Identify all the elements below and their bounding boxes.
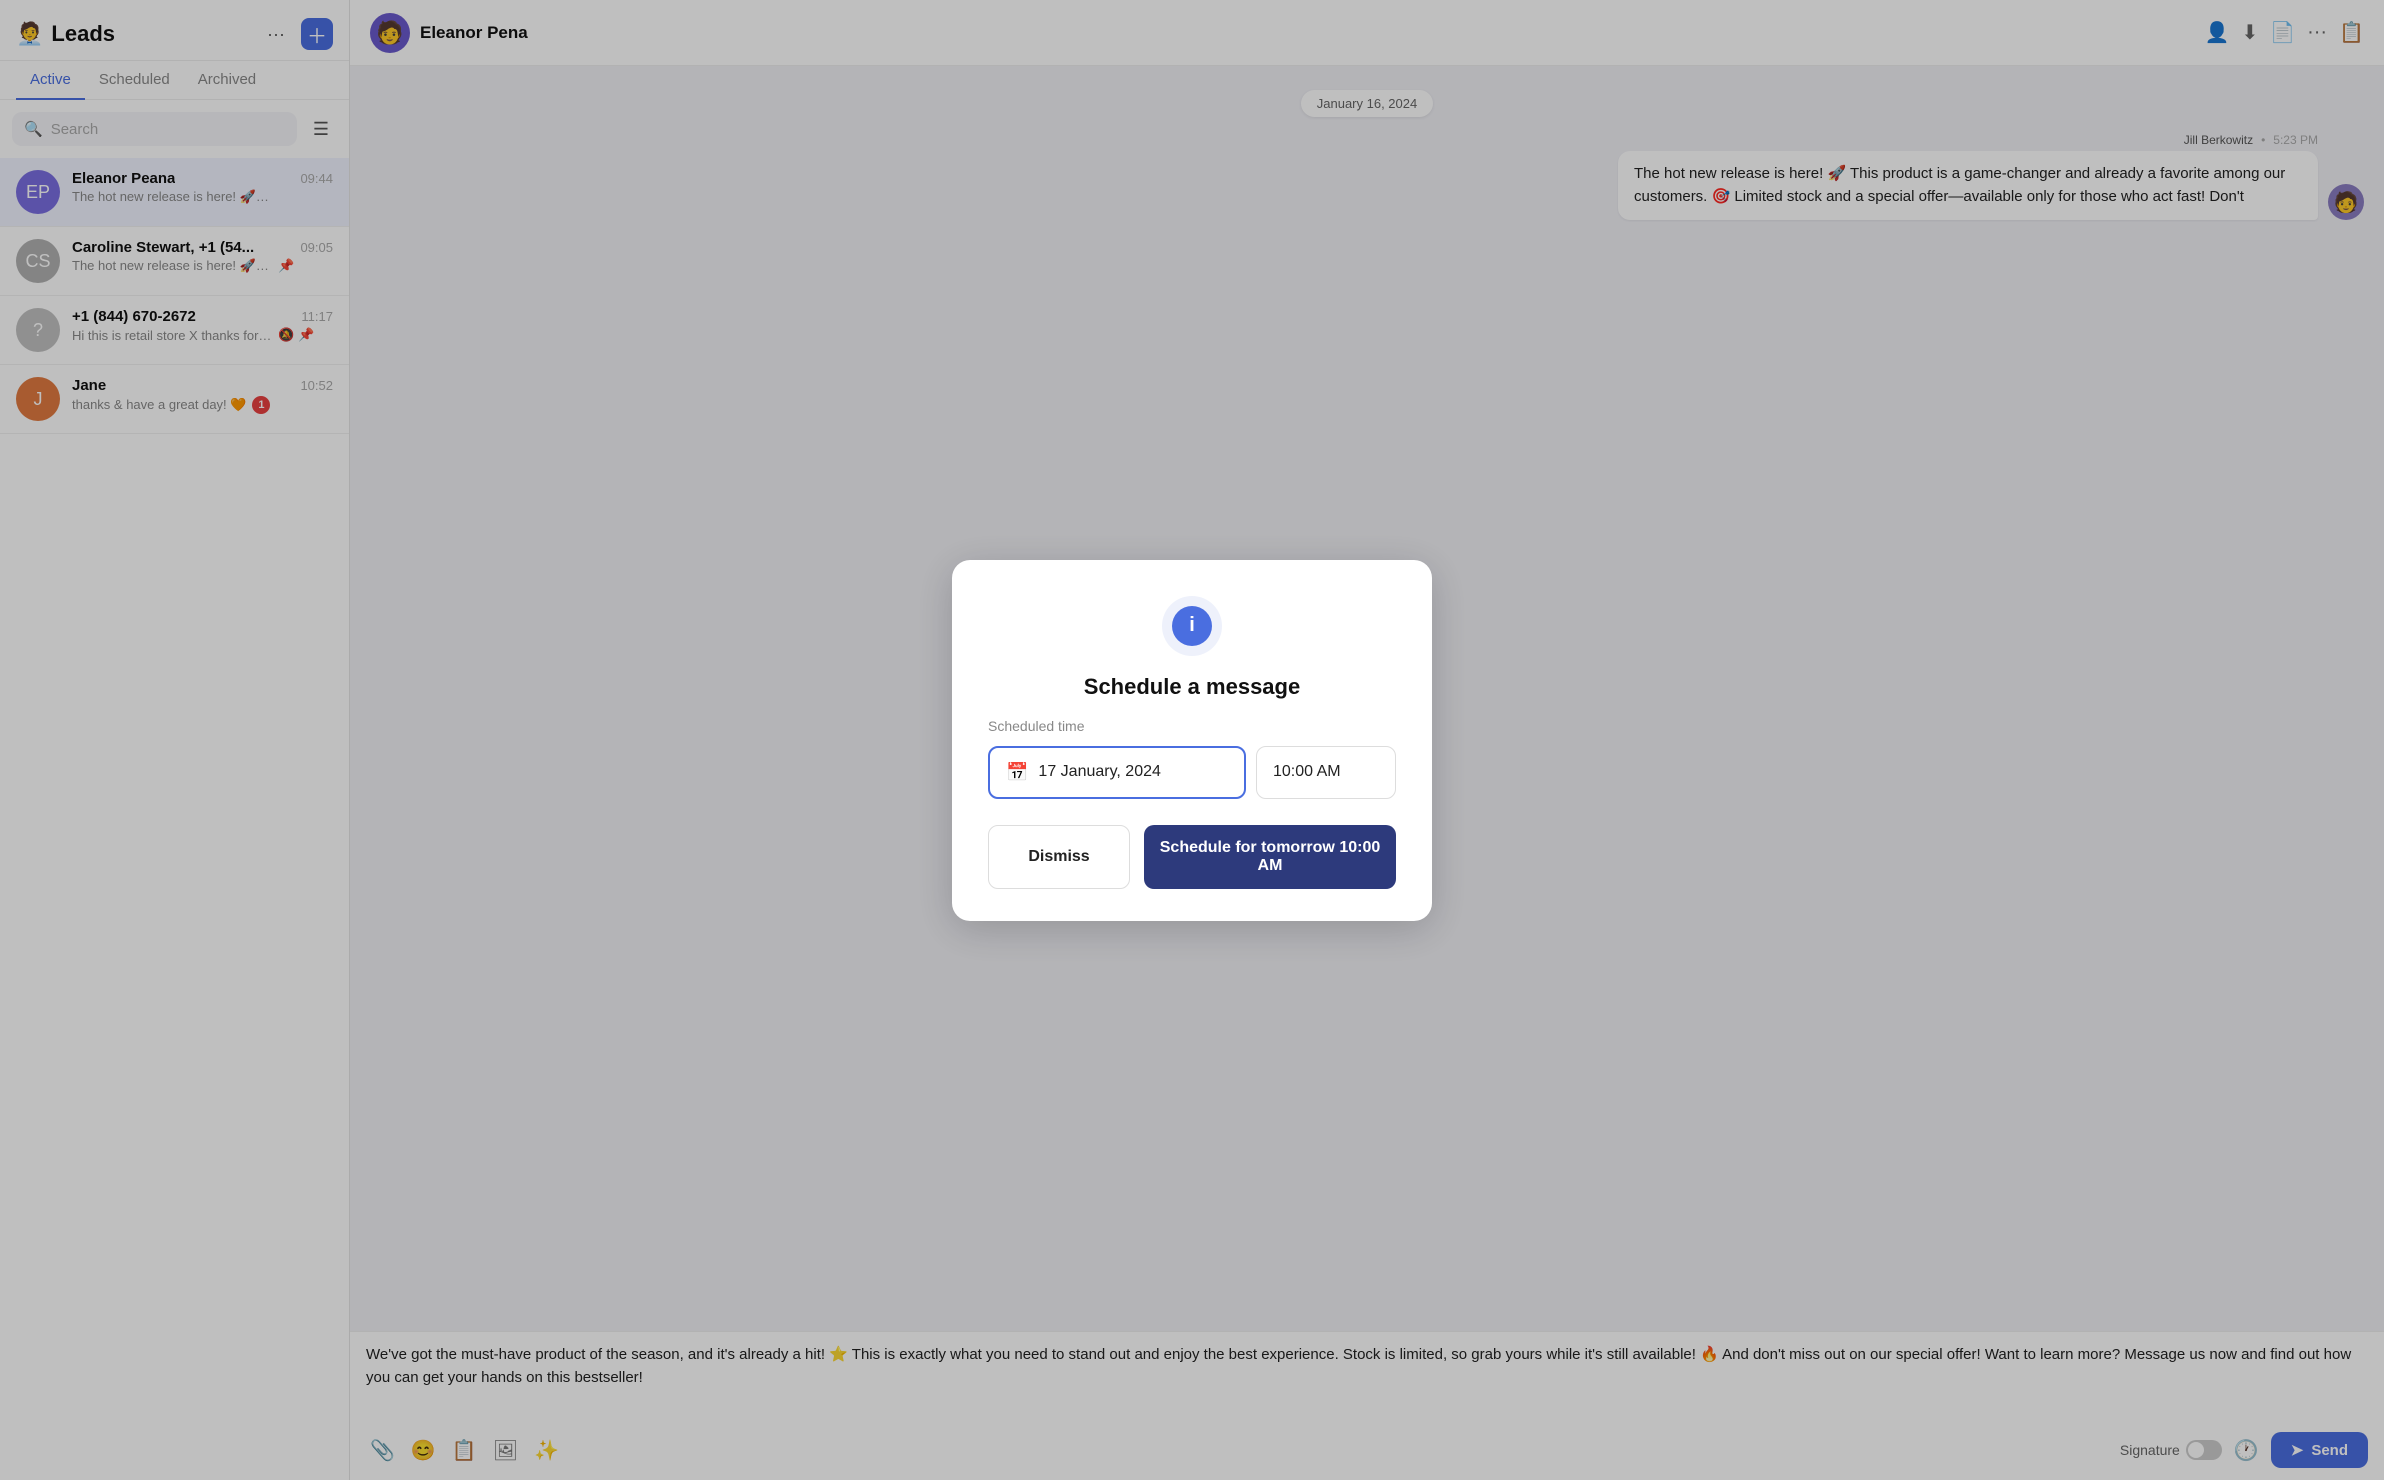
modal-title: Schedule a message	[1084, 674, 1300, 700]
modal-actions: Dismiss Schedule for tomorrow 10:00 AM	[988, 825, 1396, 889]
info-icon: i	[1189, 614, 1195, 637]
modal-icon-inner: i	[1172, 606, 1212, 646]
modal-date-input[interactable]: 📅 17 January, 2024	[988, 746, 1246, 799]
modal-overlay[interactable]: i Schedule a message Scheduled time 📅 17…	[0, 0, 2384, 1480]
modal-time-input[interactable]: 10:00 AM	[1256, 746, 1396, 799]
dismiss-button[interactable]: Dismiss	[988, 825, 1130, 889]
modal-inputs: 📅 17 January, 2024 10:00 AM	[988, 746, 1396, 799]
modal-field-label: Scheduled time	[988, 718, 1396, 734]
modal-time-value: 10:00 AM	[1273, 763, 1341, 781]
modal-date-value: 17 January, 2024	[1038, 763, 1160, 781]
modal-icon-circle: i	[1162, 596, 1222, 656]
schedule-modal: i Schedule a message Scheduled time 📅 17…	[952, 560, 1432, 921]
schedule-button[interactable]: Schedule for tomorrow 10:00 AM	[1144, 825, 1396, 889]
modal-fields: Scheduled time 📅 17 January, 2024 10:00 …	[988, 718, 1396, 799]
calendar-icon: 📅	[1006, 762, 1028, 783]
